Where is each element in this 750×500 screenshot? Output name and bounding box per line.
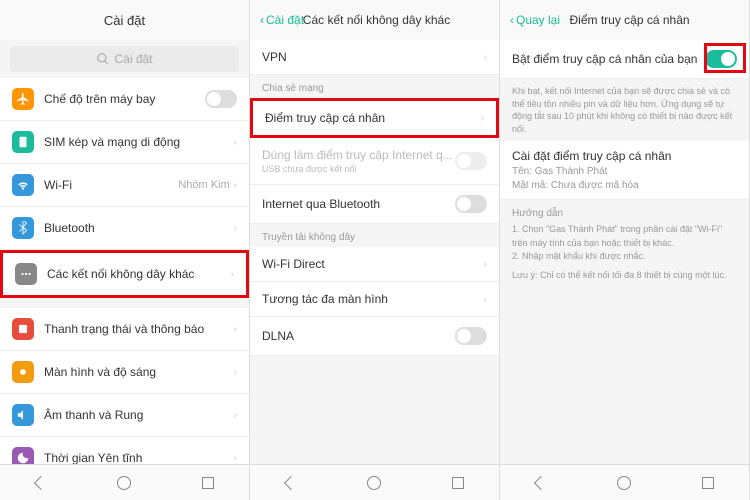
header: ‹ Quay lại Điểm truy cập cá nhân [500,0,749,40]
nav-recent-icon[interactable] [202,477,214,489]
wireless-screen: ‹ Cài đặt Các kết nối không dây khác VPN… [250,0,500,500]
section-label: Chia sẻ mạng [250,75,499,98]
guide-section: Hướng dẫn 1. Chọn "Gas Thành Phát" trong… [500,200,749,288]
chevron-icon: › [234,367,237,378]
hotspot-settings-row[interactable]: Cài đặt điểm truy cập cá nhân Tên: Gas T… [500,141,749,200]
nav-bar [500,464,749,500]
nav-home-icon[interactable] [367,476,381,490]
sim-icon [12,131,34,153]
chevron-icon: › [484,52,487,63]
sound-icon [12,404,34,426]
nav-bar [250,464,499,500]
chevron-icon: › [234,137,237,148]
wifi-icon [12,174,34,196]
settings-screen: Cài đặt Cài đặt Chế độ trên máy bay SIM … [0,0,250,500]
row-wifi-direct[interactable]: Wi-Fi Direct › [250,247,499,282]
chevron-icon: › [234,410,237,421]
info-text: Khi bạt, kết nối Internet của bạn sẽ đượ… [500,79,749,141]
row-bluetooth[interactable]: Bluetooth › [0,207,249,250]
chevron-icon: › [484,294,487,305]
row-bt-internet[interactable]: Internet qua Bluetooth [250,185,499,224]
nav-bar [0,464,249,500]
moon-icon [12,447,34,464]
row-other-wireless[interactable]: Các kết nối không dây khác › [0,250,249,298]
nav-back-icon[interactable] [533,475,547,489]
more-icon [15,263,37,285]
page-title: Điểm truy cập cá nhân [520,13,739,27]
hotspot-screen: ‹ Quay lại Điểm truy cập cá nhân Bật điể… [500,0,750,500]
search-icon [96,52,110,66]
nav-recent-icon[interactable] [702,477,714,489]
airplane-toggle[interactable] [205,90,237,108]
nav-home-icon[interactable] [117,476,131,490]
page-title: Các kết nối không dây khác [264,13,489,27]
dlna-toggle[interactable] [455,327,487,345]
row-airplane[interactable]: Chế độ trên máy bay [0,78,249,121]
page-title: Cài đặt [10,13,239,28]
row-display[interactable]: Màn hình và độ sáng › [0,351,249,394]
bluetooth-icon [12,217,34,239]
chevron-icon: › [234,453,237,464]
display-icon [12,361,34,383]
row-wifi[interactable]: Wi-Fi Nhóm Kim › [0,164,249,207]
search-input[interactable]: Cài đặt [10,46,239,72]
row-hotspot[interactable]: Điểm truy cập cá nhân › [250,98,499,138]
chevron-icon: › [481,113,484,124]
bt-toggle[interactable] [455,195,487,213]
section-label: Truyền tải không dây [250,224,499,247]
row-sim[interactable]: SIM kép và mạng di động › [0,121,249,164]
row-vpn[interactable]: VPN › [250,40,499,75]
chevron-icon: › [234,180,237,191]
row-multiscreen[interactable]: Tương tác đa màn hình › [250,282,499,317]
chevron-icon: › [234,223,237,234]
nav-home-icon[interactable] [617,476,631,490]
row-dlna[interactable]: DLNA [250,317,499,356]
chevron-icon: › [231,269,234,280]
row-quiet-time[interactable]: Thời gian Yên tĩnh › [0,437,249,464]
hotspot-toggle[interactable] [705,50,737,68]
nav-back-icon[interactable] [33,475,47,489]
chevron-icon: › [484,259,487,270]
nav-recent-icon[interactable] [452,477,464,489]
usb-toggle [455,152,487,170]
row-usb-tether: Dùng làm điểm truy cập Internet q... USB… [250,138,499,185]
nav-back-icon[interactable] [283,475,297,489]
notification-icon [12,318,34,340]
row-sound[interactable]: Âm thanh và Rung › [0,394,249,437]
chevron-icon: › [234,324,237,335]
header: ‹ Cài đặt Các kết nối không dây khác [250,0,499,40]
row-status-bar[interactable]: Thanh trạng thái và thông báo › [0,308,249,351]
row-enable-hotspot[interactable]: Bật điểm truy cập cá nhân của bạn [500,40,749,79]
airplane-icon [12,88,34,110]
header: Cài đặt [0,0,249,40]
